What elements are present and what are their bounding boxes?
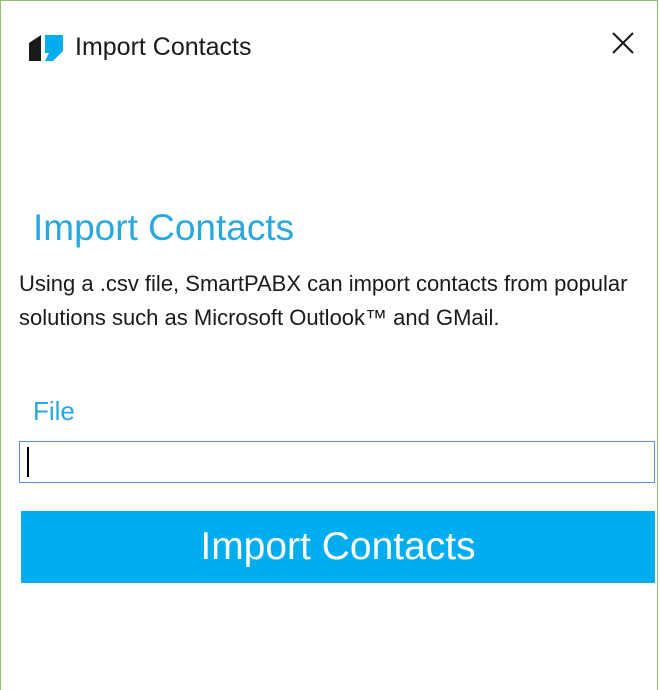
window-title: Import Contacts xyxy=(75,33,252,61)
smartpabx-logo-icon xyxy=(27,31,65,63)
title-bar: Import Contacts xyxy=(1,1,657,91)
import-contacts-window: Import Contacts Import Contacts Using a … xyxy=(0,0,658,690)
close-button[interactable] xyxy=(603,25,643,65)
text-caret xyxy=(27,447,29,477)
import-contacts-button[interactable]: Import Contacts xyxy=(21,511,655,583)
section-heading: Import Contacts xyxy=(33,207,295,248)
description-text: Using a .csv file, SmartPABX can import … xyxy=(19,271,628,330)
file-label: File xyxy=(33,396,75,426)
file-input[interactable] xyxy=(19,441,655,483)
close-icon xyxy=(610,30,636,61)
